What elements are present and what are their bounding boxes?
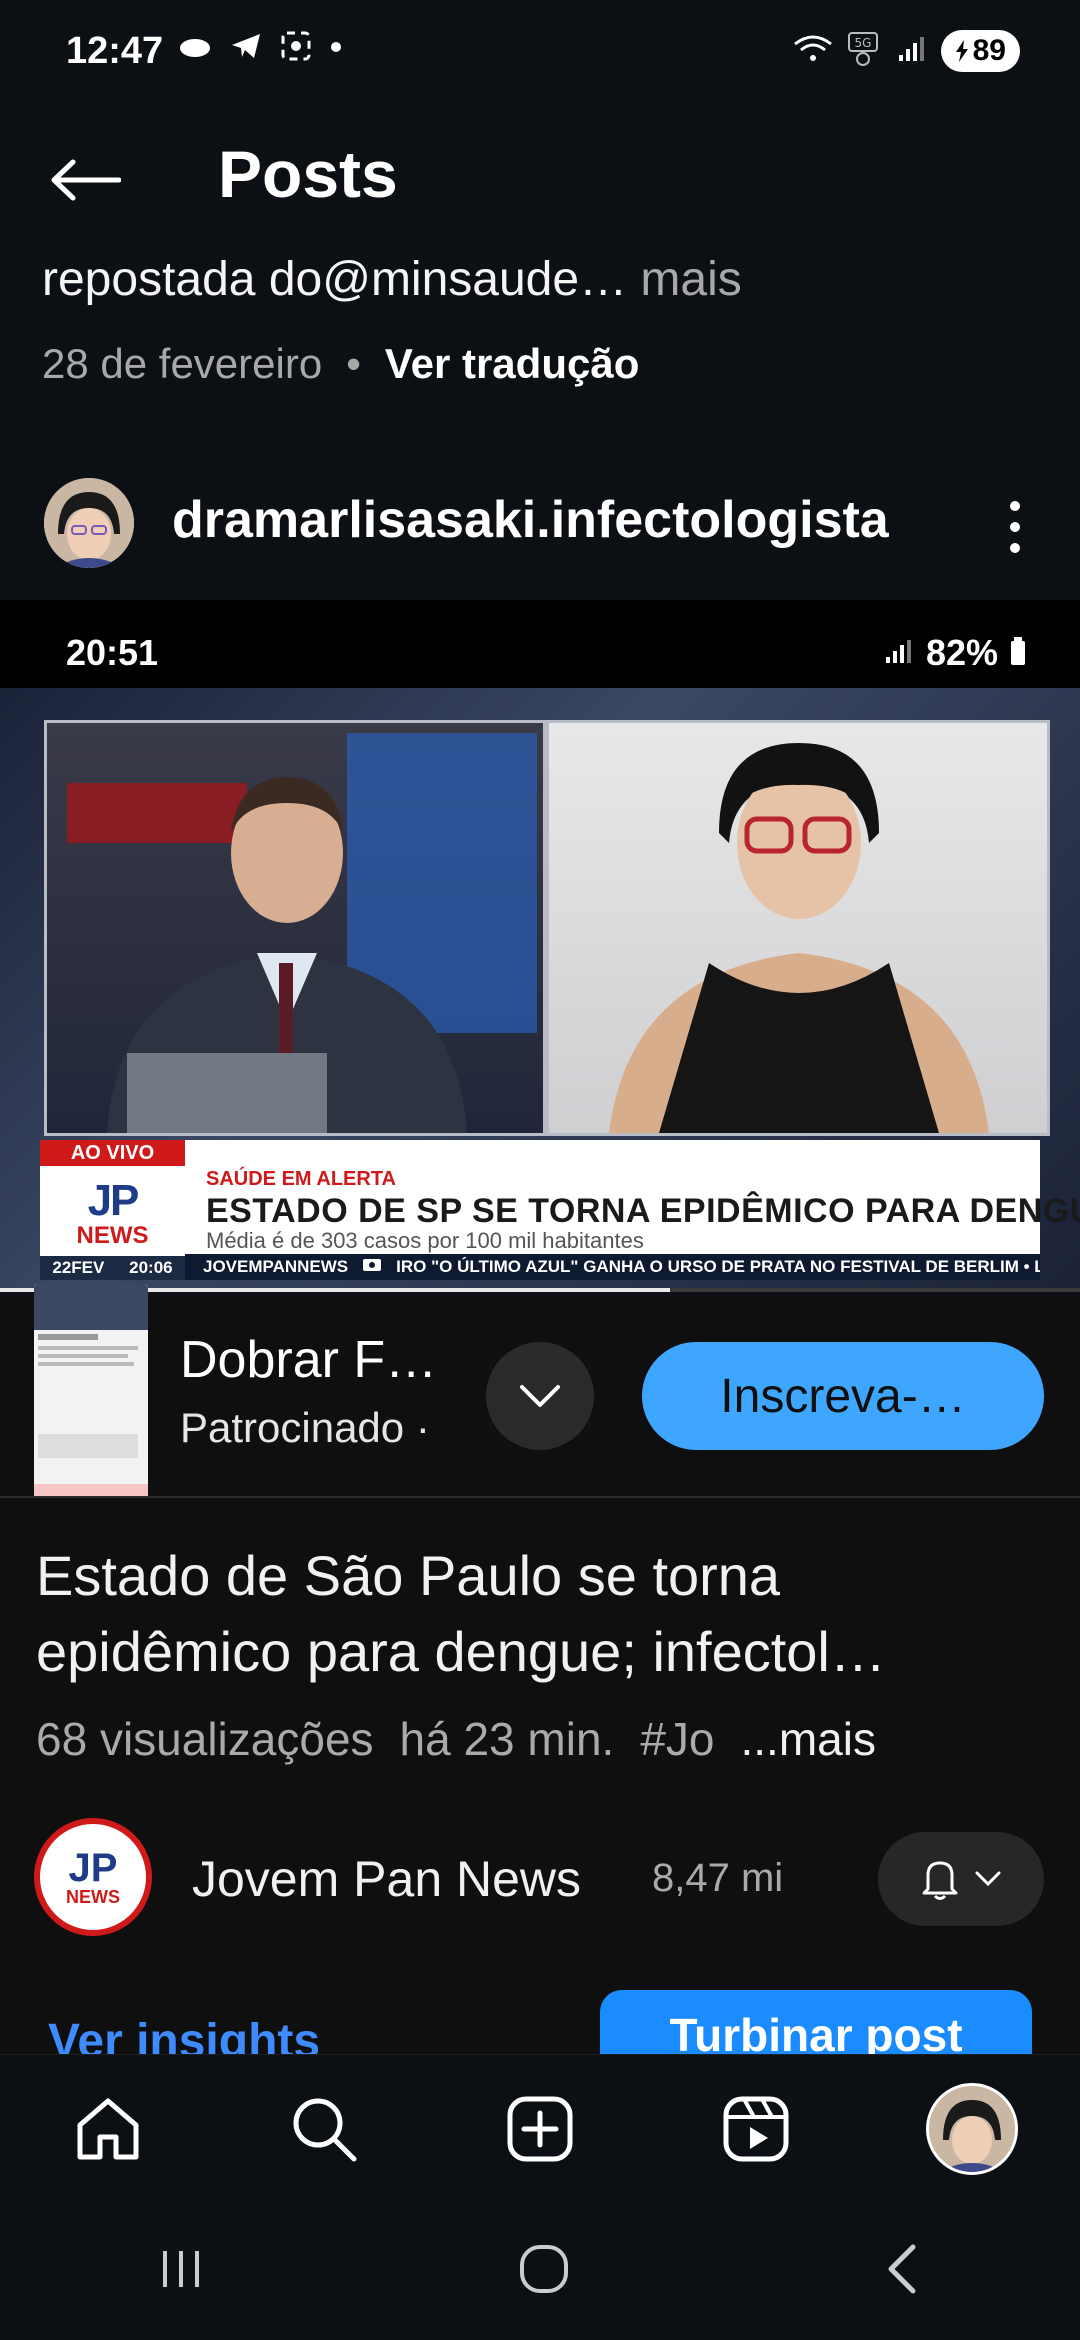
tv-date-box: 22FEV 20:06 bbox=[40, 1256, 185, 1280]
logo-jp-text: JP bbox=[87, 1176, 140, 1225]
home-circle-icon bbox=[519, 2244, 568, 2293]
search-icon bbox=[293, 2098, 357, 2162]
status-time: 12:47 bbox=[66, 30, 164, 72]
nav-profile[interactable] bbox=[917, 2074, 1027, 2184]
jp-news-logo: JP NEWS bbox=[40, 1166, 185, 1262]
guest-video-panel bbox=[546, 720, 1050, 1136]
embedded-status-time: 20:51 bbox=[66, 632, 159, 673]
expand-ad-button[interactable] bbox=[486, 1342, 594, 1450]
ad-title[interactable]: Dobrar F… bbox=[180, 1330, 437, 1390]
subscribe-button[interactable]: Inscreva-… bbox=[642, 1342, 1044, 1450]
author-avatar[interactable] bbox=[44, 478, 134, 568]
logo-news-text: NEWS bbox=[76, 1222, 149, 1249]
hashtag: #Jo bbox=[640, 1713, 715, 1765]
create-icon bbox=[507, 2096, 573, 2162]
home-icon bbox=[77, 2098, 139, 2160]
ad-thumbnail[interactable] bbox=[34, 1284, 148, 1516]
tv-time: 20:06 bbox=[129, 1258, 173, 1277]
embedded-battery-icon bbox=[1010, 632, 1026, 674]
system-navigation-bar bbox=[0, 2202, 1080, 2340]
battery-indicator: 89 bbox=[940, 30, 1020, 72]
channel-name[interactable]: Jovem Pan News bbox=[192, 1850, 581, 1908]
channel-avatar[interactable]: JP NEWS bbox=[34, 1818, 152, 1936]
post-caption[interactable]: repostada do@minsaude… mais bbox=[42, 252, 742, 307]
home-system-button[interactable] bbox=[518, 2243, 570, 2300]
notification-settings-button[interactable] bbox=[878, 1832, 1044, 1926]
nav-home[interactable] bbox=[53, 2074, 163, 2184]
live-badge: AO VIVO bbox=[40, 1140, 185, 1166]
channel-logo-jp: JP bbox=[68, 1846, 118, 1890]
wifi-icon bbox=[793, 34, 833, 69]
bottom-navigation bbox=[0, 2054, 1080, 2203]
bell-icon bbox=[922, 1861, 958, 1900]
reels-icon bbox=[723, 2096, 789, 2162]
author-username[interactable]: dramarlisasaki.infectologista bbox=[172, 490, 889, 550]
profile-avatar bbox=[926, 2083, 1018, 2175]
ticker-source: JOVEMPANNEWS bbox=[203, 1257, 349, 1276]
status-right-icons: 5G 89 bbox=[793, 30, 1020, 72]
tv-subline: Média é de 303 casos por 100 mil habitan… bbox=[206, 1228, 644, 1253]
ad-sponsored-label: Patrocinado · bbox=[180, 1404, 430, 1451]
video-stats[interactable]: 68 visualizações há 23 min. #Jo ...mais bbox=[36, 1712, 876, 1766]
back-system-button[interactable] bbox=[883, 2243, 923, 2300]
tv-kicker: SAÚDE EM ALERTA bbox=[206, 1168, 396, 1190]
kebab-menu-icon bbox=[1010, 501, 1020, 553]
tv-ticker: JOVEMPANNEWS IRO "O ÚLTIMO AZUL" GANHA O… bbox=[185, 1254, 1040, 1280]
nav-reels[interactable] bbox=[701, 2074, 811, 2184]
ad-thumbnail-image bbox=[34, 1284, 148, 1516]
notification-dot-icon bbox=[330, 40, 342, 58]
telegram-icon bbox=[230, 32, 262, 65]
screenshot-icon bbox=[280, 30, 312, 67]
5g-icon: 5G bbox=[847, 31, 883, 72]
arrow-left-icon bbox=[51, 159, 121, 201]
chevron-down-icon bbox=[520, 1385, 560, 1407]
published-time: há 23 min. bbox=[399, 1713, 615, 1765]
caption-more-link[interactable]: mais bbox=[640, 253, 741, 306]
post-meta: 28 de fevereiro • Ver tradução bbox=[42, 340, 639, 388]
separator-dot: • bbox=[346, 340, 361, 387]
nav-create[interactable] bbox=[485, 2074, 595, 2184]
anchor-figure bbox=[67, 733, 537, 1133]
video-title[interactable]: Estado de São Paulo se torna epidêmico p… bbox=[36, 1538, 1046, 1690]
post-date: 28 de fevereiro bbox=[42, 340, 323, 387]
signal-icon bbox=[897, 35, 927, 68]
avatar-image bbox=[44, 478, 134, 568]
cloud-icon bbox=[178, 33, 212, 64]
nav-search[interactable] bbox=[269, 2074, 379, 2184]
anchor-video-panel bbox=[44, 720, 546, 1136]
embedded-status-right: 82% bbox=[884, 632, 1026, 674]
back-chevron-icon bbox=[888, 2244, 916, 2293]
more-options-button[interactable] bbox=[1000, 492, 1030, 562]
channel-logo-news: NEWS bbox=[66, 1887, 120, 1907]
back-button[interactable] bbox=[40, 140, 130, 220]
charging-icon bbox=[955, 40, 968, 62]
battery-level: 89 bbox=[972, 34, 1006, 67]
guest-figure bbox=[609, 743, 989, 1133]
tv-headline: ESTADO DE SP SE TORNA EPIDÊMICO PARA DEN… bbox=[206, 1192, 1080, 1230]
caption-text: repostada do@minsaude… bbox=[42, 253, 628, 306]
svg-text:5G: 5G bbox=[854, 36, 871, 50]
embedded-signal-icon bbox=[884, 632, 914, 674]
recents-icon bbox=[162, 2250, 199, 2287]
ticker-camera-icon bbox=[362, 1257, 382, 1277]
chevron-down-icon bbox=[975, 1871, 1001, 1887]
ticker-text: IRO "O ÚLTIMO AZUL" GANHA O URSO DE PRAT… bbox=[396, 1257, 1040, 1276]
recent-apps-button[interactable] bbox=[157, 2245, 205, 2298]
description-more-link[interactable]: ...mais bbox=[741, 1712, 876, 1766]
tv-date: 22FEV bbox=[52, 1258, 105, 1277]
status-left-icons bbox=[178, 30, 342, 67]
translate-link[interactable]: Ver tradução bbox=[385, 340, 639, 388]
page-title: Posts bbox=[218, 137, 398, 211]
subscriber-count: 8,47 mi bbox=[652, 1856, 784, 1900]
embedded-battery-text: 82% bbox=[925, 632, 998, 673]
view-count: 68 visualizações bbox=[36, 1713, 374, 1765]
